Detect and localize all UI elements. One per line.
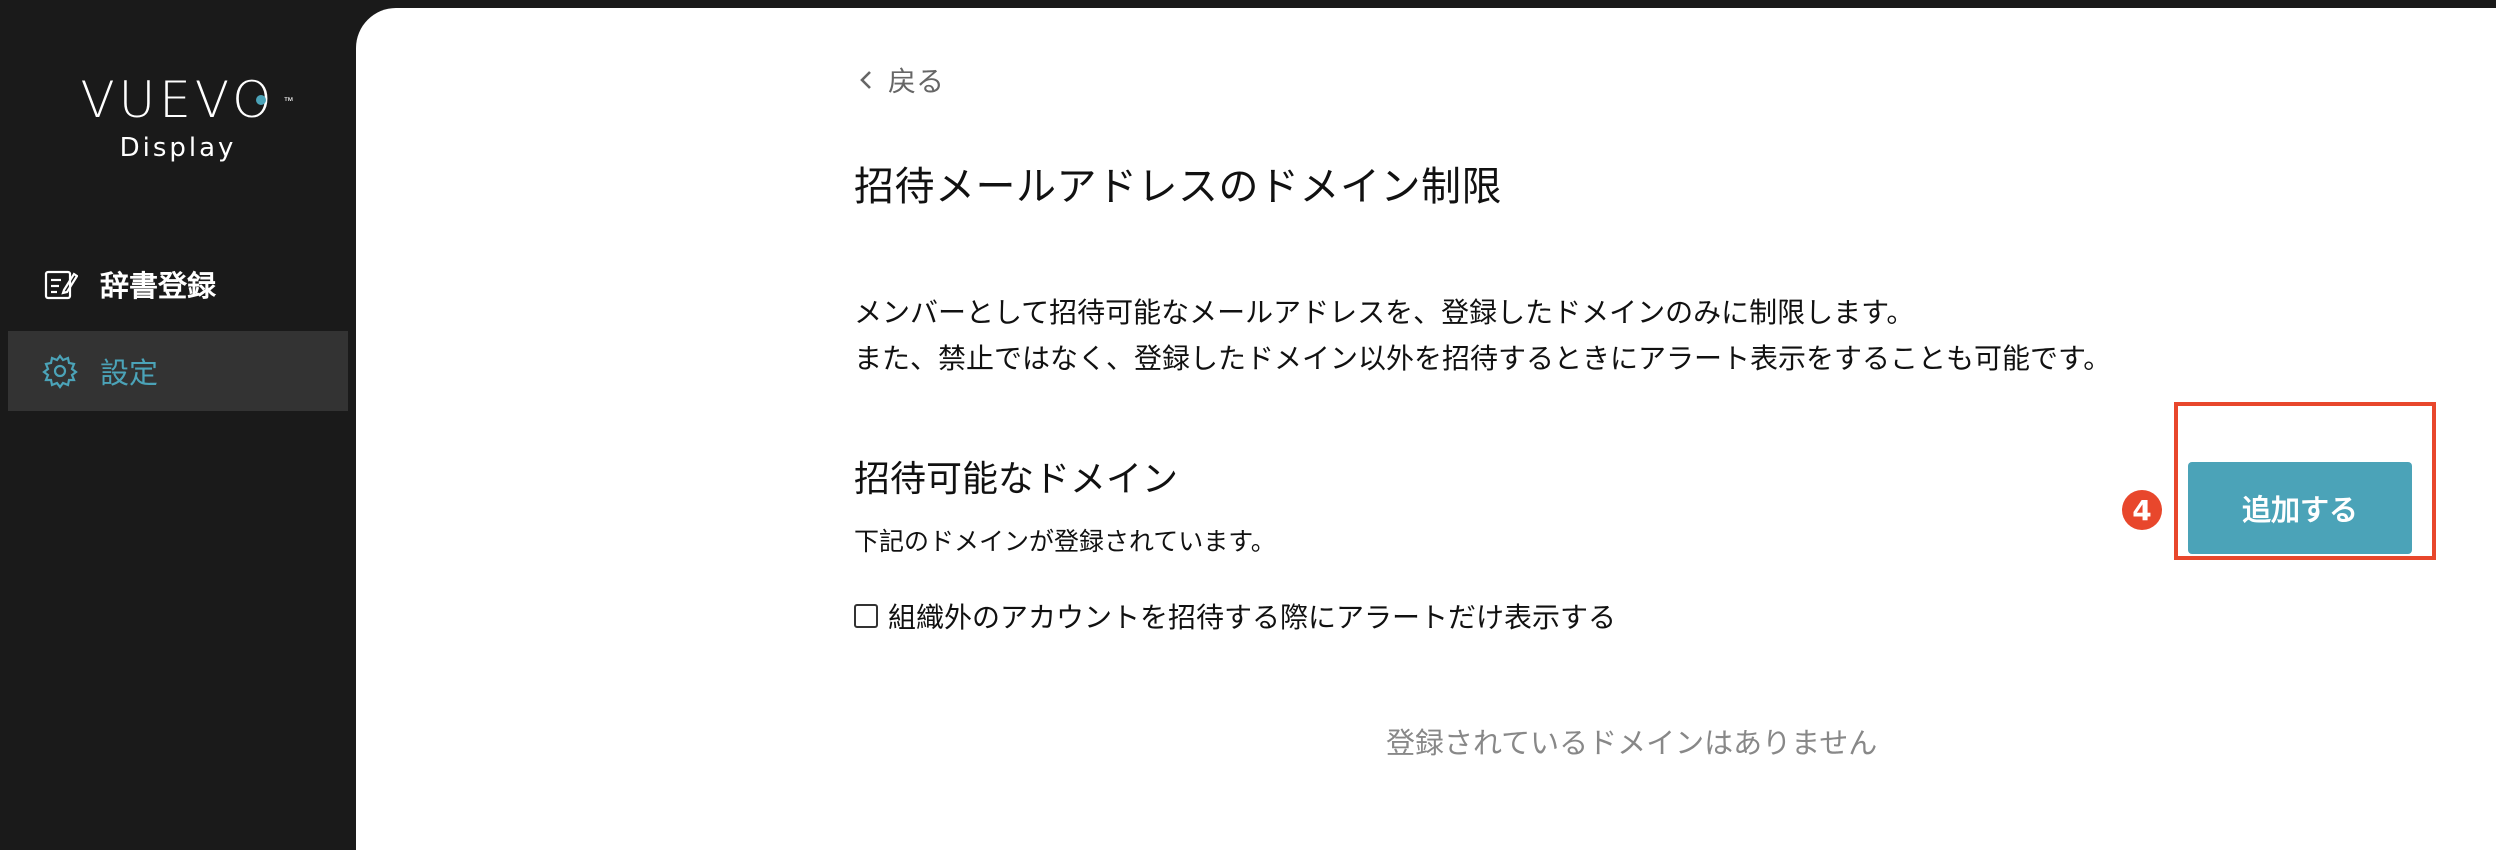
sidebar-item-label: 辞書登録	[100, 269, 217, 303]
checkbox-label: 組織外のアカウントを招待する際にアラートだけ表示する	[888, 601, 1617, 634]
gear-icon	[42, 353, 78, 389]
dictionary-edit-icon	[42, 266, 78, 302]
sidebar-item-settings[interactable]: 設定	[8, 331, 348, 411]
logo-dot-icon	[255, 95, 266, 105]
main-panel: 戻る 招待メールアドレスのドメイン制限 メンバーとして招待可能なメールアドレスを…	[356, 8, 2496, 850]
sidebar-item-dictionary[interactable]: 辞書登録	[8, 244, 348, 324]
step-number: 4	[2132, 493, 2152, 527]
section-title: 招待可能なドメイン	[854, 459, 1179, 500]
description-line: メンバーとして招待可能なメールアドレスを、登録したドメインのみに制限します。	[854, 296, 1915, 329]
sidebar: VUEVO ™ Display 辞書登録 設定	[0, 0, 356, 850]
logo-text: VUEVO	[80, 71, 276, 129]
step-number-badge: 4	[2122, 490, 2162, 530]
logo: VUEVO ™ Display	[0, 72, 356, 166]
logo-trademark: ™	[283, 96, 294, 107]
page-title: 招待メールアドレスのドメイン制限	[854, 164, 1502, 210]
empty-domains-message: 登録されているドメインはありません	[1386, 726, 1878, 760]
section-subtitle: 下記のドメインが登録されています。	[854, 527, 1276, 556]
add-domain-button[interactable]: 追加する	[2188, 462, 2412, 554]
description-line: また、禁止ではなく、登録したドメイン以外を招待するときにアラート表示をすることも…	[854, 342, 2112, 375]
logo-wordmark: VUEVO ™	[80, 71, 293, 129]
app-window: VUEVO ™ Display 辞書登録 設定 戻る 招待メールアドレスのドメイ…	[0, 0, 2496, 850]
page-description: メンバーとして招待可能なメールアドレスを、登録したドメインのみに制限します。 ま…	[854, 290, 2111, 382]
alert-only-checkbox-row[interactable]: 組織外のアカウントを招待する際にアラートだけ表示する	[854, 596, 1616, 636]
chevron-left-icon	[856, 69, 878, 91]
logo-subtitle: Display	[119, 133, 237, 163]
back-link[interactable]: 戻る	[856, 60, 944, 100]
back-label: 戻る	[888, 65, 945, 98]
alert-only-checkbox[interactable]	[854, 604, 878, 628]
sidebar-item-label: 設定	[100, 356, 159, 390]
